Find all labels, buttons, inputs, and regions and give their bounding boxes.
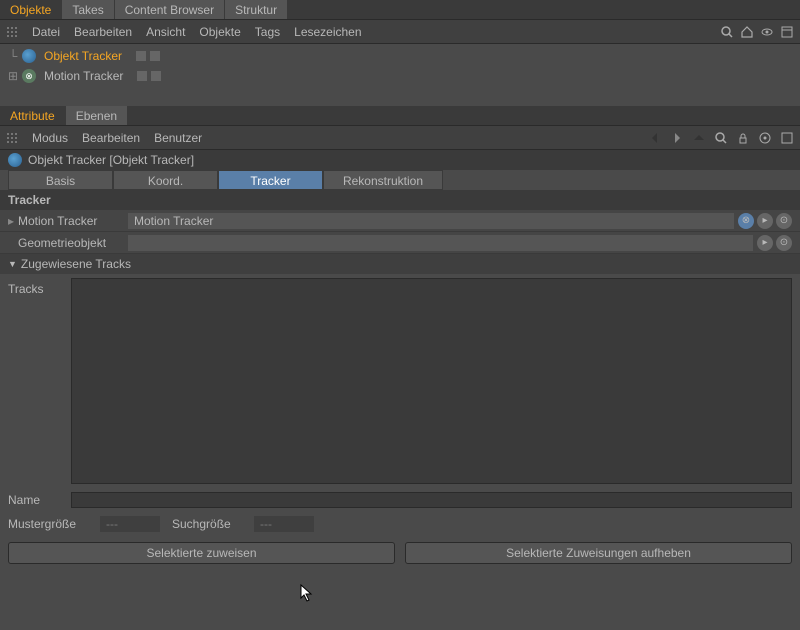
eye-icon[interactable] — [760, 25, 774, 39]
menu-lesezeichen[interactable]: Lesezeichen — [294, 25, 361, 39]
top-tabs: Objekte Takes Content Browser Struktur — [0, 0, 800, 20]
chevron-right-icon[interactable]: ▸ — [757, 213, 773, 229]
globe-icon — [8, 153, 22, 167]
suchgroesse-label: Suchgröße — [172, 517, 242, 531]
picker-icon[interactable]: ⊙ — [776, 235, 792, 251]
object-tree: └ Objekt Tracker ⊞ ⊗ Motion Tracker — [0, 44, 800, 106]
nav-forward-icon[interactable] — [670, 131, 684, 145]
picker-icon[interactable]: ⊙ — [776, 213, 792, 229]
menu-modus[interactable]: Modus — [32, 131, 68, 145]
chevron-down-icon: ▼ — [8, 259, 17, 269]
unassign-selected-button[interactable]: Selektierte Zuweisungen aufheben — [405, 542, 792, 564]
tree-row-objekt-tracker[interactable]: └ Objekt Tracker — [0, 46, 800, 66]
panel-icon[interactable] — [780, 25, 794, 39]
object-header: Objekt Tracker [Objekt Tracker] — [0, 150, 800, 170]
name-input[interactable] — [71, 492, 792, 508]
tab-ebenen[interactable]: Ebenen — [66, 106, 128, 125]
section-zugewiesene-tracks[interactable]: ▼ Zugewiesene Tracks — [0, 254, 800, 274]
target-icon[interactable] — [758, 131, 772, 145]
menu-bearbeiten[interactable]: Bearbeiten — [74, 25, 132, 39]
geometrie-input[interactable] — [128, 235, 753, 251]
subtab-tracker[interactable]: Tracker — [218, 170, 323, 190]
button-row: Selektierte zuweisen Selektierte Zuweisu… — [0, 536, 800, 570]
menu-tags[interactable]: Tags — [255, 25, 280, 39]
search-icon[interactable] — [720, 25, 734, 39]
nav-back-icon[interactable] — [648, 131, 662, 145]
chevron-right-icon[interactable]: ▸ — [8, 214, 18, 228]
tab-takes[interactable]: Takes — [62, 0, 114, 19]
section-label: Zugewiesene Tracks — [21, 257, 131, 271]
tree-expand-icon[interactable]: └ — [8, 51, 18, 61]
field-label: Geometrieobjekt — [18, 236, 128, 250]
attribute-subtabs: Basis Koord. Tracker Rekonstruktion — [0, 170, 800, 190]
menu-bearbeiten-attr[interactable]: Bearbeiten — [82, 131, 140, 145]
tracks-listbox[interactable] — [71, 278, 792, 484]
tab-attribute[interactable]: Attribute — [0, 106, 66, 125]
nav-up-icon[interactable] — [692, 131, 706, 145]
grip-icon[interactable] — [6, 26, 18, 38]
motion-tracker-icon: ⊗ — [22, 69, 36, 83]
menu-ansicht[interactable]: Ansicht — [146, 25, 185, 39]
attribute-menubar: Modus Bearbeiten Benutzer — [0, 126, 800, 150]
menu-benutzer[interactable]: Benutzer — [154, 131, 202, 145]
tree-visibility-dots[interactable] — [136, 51, 160, 61]
subtab-basis[interactable]: Basis — [8, 170, 113, 190]
lock-icon[interactable] — [736, 131, 750, 145]
tab-content-browser[interactable]: Content Browser — [115, 0, 225, 19]
field-name: Name — [0, 488, 800, 512]
tracks-label: Tracks — [8, 278, 63, 484]
subtab-koord[interactable]: Koord. — [113, 170, 218, 190]
motion-tracker-input[interactable]: Motion Tracker — [128, 213, 734, 229]
mustergroesse-value: --- — [100, 516, 160, 532]
tree-visibility-dots[interactable] — [137, 71, 161, 81]
section-tracker: Tracker — [0, 190, 800, 210]
size-row: Mustergröße --- Suchgröße --- — [0, 512, 800, 536]
assign-selected-button[interactable]: Selektierte zuweisen — [8, 542, 395, 564]
object-title: Objekt Tracker [Objekt Tracker] — [28, 153, 194, 167]
field-geometrieobjekt: Geometrieobjekt ▸ ⊙ — [0, 232, 800, 254]
search-icon[interactable] — [714, 131, 728, 145]
tree-row-motion-tracker[interactable]: ⊞ ⊗ Motion Tracker — [0, 66, 800, 86]
objects-menubar: Datei Bearbeiten Ansicht Objekte Tags Le… — [0, 20, 800, 44]
panel-icon[interactable] — [780, 131, 794, 145]
attribute-tabs: Attribute Ebenen — [0, 106, 800, 126]
tree-label: Motion Tracker — [40, 69, 127, 83]
tree-label: Objekt Tracker — [40, 49, 126, 63]
suchgroesse-value: --- — [254, 516, 314, 532]
subtab-rekonstruktion[interactable]: Rekonstruktion — [323, 170, 443, 190]
link-target-icon[interactable]: ⊗ — [738, 213, 754, 229]
menu-objekte[interactable]: Objekte — [199, 25, 240, 39]
tracks-body: Tracks — [0, 274, 800, 488]
field-motion-tracker: ▸ Motion Tracker Motion Tracker ⊗ ▸ ⊙ — [0, 210, 800, 232]
chevron-right-icon[interactable]: ▸ — [757, 235, 773, 251]
tab-struktur[interactable]: Struktur — [225, 0, 288, 19]
grip-icon[interactable] — [6, 132, 18, 144]
field-label: Motion Tracker — [18, 214, 128, 228]
tab-objekte[interactable]: Objekte — [0, 0, 62, 19]
globe-icon — [22, 49, 36, 63]
tree-expand-plus-icon[interactable]: ⊞ — [8, 71, 18, 81]
mustergroesse-label: Mustergröße — [8, 517, 88, 531]
home-icon[interactable] — [740, 25, 754, 39]
cursor-icon — [300, 584, 316, 604]
name-label: Name — [8, 493, 63, 507]
menu-datei[interactable]: Datei — [32, 25, 60, 39]
